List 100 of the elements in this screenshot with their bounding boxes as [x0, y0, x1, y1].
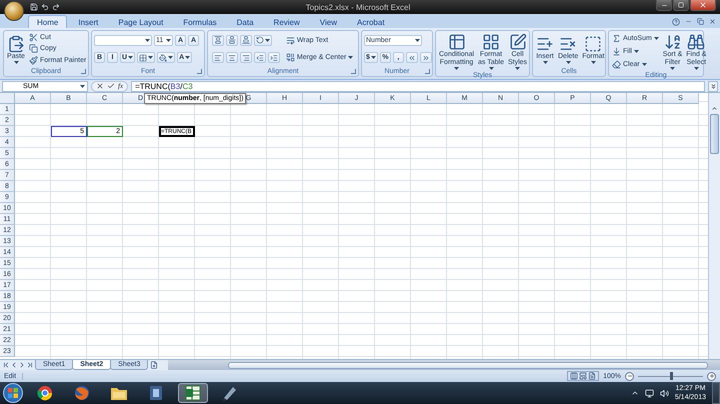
save-icon[interactable] — [30, 3, 38, 11]
caret-icon — [80, 84, 85, 88]
align-right-icon — [242, 54, 250, 62]
first-sheet-icon[interactable] — [2, 361, 10, 369]
paint-bucket-icon — [159, 54, 168, 62]
minimize-button[interactable] — [656, 0, 672, 11]
scrollbar-thumb[interactable] — [710, 114, 719, 154]
zoom-slider-thumb[interactable] — [670, 372, 672, 380]
ribbon-tab[interactable]: Page Layout — [109, 15, 172, 28]
zoom-out-button[interactable] — [625, 372, 634, 380]
toolbar-button[interactable] — [420, 52, 432, 64]
vertical-scrollbar[interactable] — [708, 93, 720, 359]
scroll-up-icon[interactable] — [711, 105, 718, 112]
toolbar-button[interactable] — [226, 34, 238, 46]
align-center-icon — [228, 54, 236, 62]
scissors-icon — [29, 32, 38, 42]
volume-icon[interactable] — [660, 388, 669, 398]
last-sheet-icon[interactable] — [26, 361, 34, 369]
office-button[interactable] — [4, 1, 24, 21]
globe-icon — [73, 385, 91, 401]
dropdown-field[interactable] — [94, 34, 152, 46]
folder-icon — [110, 385, 128, 401]
ribbon-tab[interactable]: Data — [228, 15, 263, 28]
plus-icon — [708, 373, 714, 379]
close-icon — [699, 1, 707, 9]
double-chevron-down-icon — [710, 82, 716, 90]
help-icon[interactable] — [672, 18, 680, 26]
expand-button[interactable] — [708, 80, 718, 92]
taskbar-app[interactable] — [178, 383, 208, 403]
toolbar-button[interactable] — [226, 52, 238, 64]
toolbar-button[interactable] — [212, 52, 224, 64]
tray-expand-icon[interactable] — [630, 389, 639, 397]
cancel-icon[interactable] — [96, 82, 104, 90]
close-button[interactable] — [690, 0, 716, 11]
toolbar-button[interactable] — [157, 52, 176, 64]
film-icon — [147, 385, 165, 401]
close-icon[interactable] — [709, 18, 716, 25]
toolbar-button[interactable] — [137, 52, 156, 64]
merge-icon — [286, 53, 295, 62]
align-bottom-icon — [242, 36, 250, 44]
ribbon-tab[interactable]: Review — [264, 15, 309, 28]
spreadsheet-icon — [184, 385, 202, 401]
toolbar-button[interactable] — [240, 52, 252, 64]
grid-icon — [482, 33, 500, 51]
launcher-icon[interactable] — [351, 69, 356, 74]
toolbar-button[interactable] — [240, 34, 252, 46]
pen-square-icon — [508, 33, 527, 51]
maximize-button[interactable] — [673, 0, 689, 11]
decrease-indent-icon — [256, 54, 264, 62]
formula-field[interactable]: =TRUNC(B3/C3 — [131, 80, 705, 92]
launcher-icon[interactable] — [81, 69, 86, 74]
horizontal-scrollbar[interactable] — [168, 360, 720, 370]
launcher-icon[interactable] — [425, 69, 430, 74]
table-icon — [448, 33, 466, 51]
show-desktop-button[interactable] — [712, 382, 720, 404]
toolbar-button[interactable] — [254, 52, 266, 64]
ribbon-tab[interactable]: Formulas — [174, 15, 226, 28]
undo-icon[interactable] — [41, 3, 49, 11]
window-title: Topics2.xlsx - Microsoft Excel — [304, 2, 412, 12]
restore-icon[interactable] — [697, 18, 704, 25]
wrap-text-icon — [286, 36, 295, 45]
double-chevron-right-icon — [422, 54, 430, 62]
sort-icon — [664, 33, 682, 51]
rotate-icon — [256, 36, 264, 44]
browser-icon — [36, 385, 54, 401]
minus-icon — [626, 373, 632, 379]
redo-icon[interactable] — [52, 3, 60, 11]
launcher-icon[interactable] — [197, 69, 202, 74]
insert-sheet-icon[interactable] — [150, 361, 158, 369]
toolbar-button[interactable] — [212, 34, 224, 46]
increase-indent-icon — [270, 54, 278, 62]
zoom-in-button[interactable] — [707, 372, 716, 380]
page-layout-icon[interactable] — [579, 372, 588, 380]
page-break-icon[interactable] — [588, 372, 596, 380]
pen-icon — [221, 385, 239, 401]
clipboard-icon — [7, 34, 25, 52]
maximize-icon — [678, 2, 684, 8]
binoculars-icon — [687, 33, 706, 51]
ribbon-tab[interactable]: Acrobat — [348, 15, 394, 28]
ribbon-tab[interactable]: View — [310, 15, 346, 28]
ribbon-tab[interactable]: Insert — [69, 15, 108, 28]
paintbrush-icon — [29, 56, 38, 66]
borders-icon — [139, 54, 148, 62]
start-button[interactable] — [3, 383, 23, 403]
toolbar-button[interactable] — [254, 34, 272, 46]
scrollbar-thumb[interactable] — [228, 362, 708, 368]
align-middle-icon — [228, 36, 236, 44]
ribbon-tab[interactable]: Home — [28, 15, 68, 28]
sigma-icon — [612, 34, 621, 43]
double-chevron-left-icon — [408, 54, 416, 62]
toolbar-button[interactable] — [268, 52, 280, 64]
next-sheet-icon[interactable] — [18, 361, 26, 369]
enter-icon[interactable] — [107, 82, 115, 90]
normal-view-icon[interactable] — [570, 372, 578, 380]
network-icon[interactable] — [644, 388, 654, 398]
dashed-square-icon — [584, 34, 602, 52]
copy-icon — [29, 44, 38, 54]
toolbar-button[interactable] — [406, 52, 418, 64]
align-left-icon — [214, 54, 222, 62]
previous-sheet-icon[interactable] — [10, 361, 18, 369]
